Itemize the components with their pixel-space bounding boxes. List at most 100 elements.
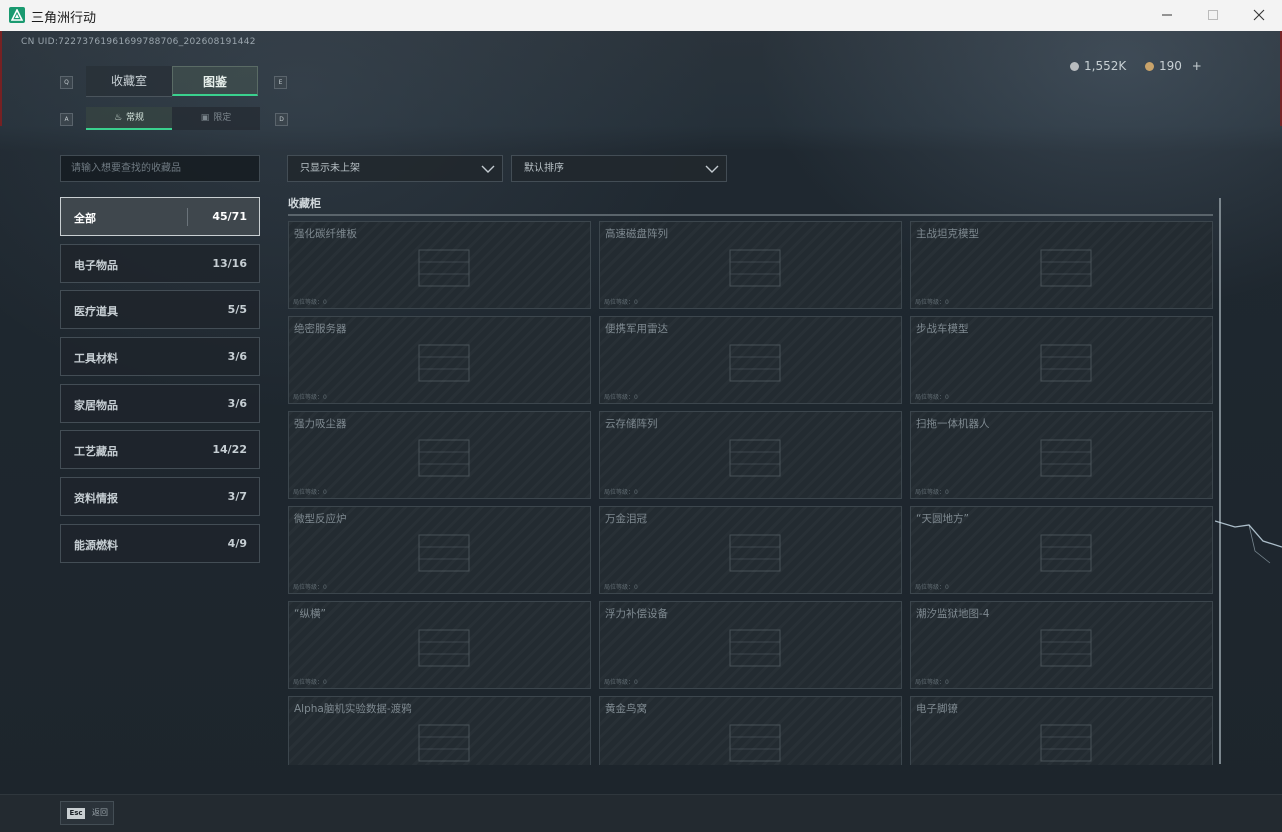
- add-token-button[interactable]: +: [1192, 59, 1202, 73]
- item-slot-level: 局位等级：0: [293, 299, 327, 306]
- item-thumbnail-icon: [418, 249, 470, 287]
- collection-item-card[interactable]: 高速磁盘阵列局位等级：0: [599, 221, 902, 309]
- window-titlebar: 三角洲行动: [0, 0, 1282, 32]
- collection-item-card[interactable]: 微型反应炉 局位等级：0: [288, 506, 591, 594]
- item-thumbnail-icon: [729, 439, 781, 477]
- item-slot-level: 局位等级：0: [604, 679, 638, 686]
- item-slot-level: 局位等级：0: [604, 584, 638, 591]
- category-label: 工具材料: [74, 352, 118, 365]
- tab-codex[interactable]: 图鉴: [172, 66, 258, 96]
- prev-subtab-key[interactable]: A: [60, 113, 73, 126]
- collection-item-card[interactable]: “纵横” 局位等级：0: [288, 601, 591, 689]
- close-button[interactable]: [1236, 0, 1282, 31]
- collection-item-card[interactable]: 黄金鸟窝局位等级：0: [599, 696, 902, 765]
- category-tools[interactable]: 工具材料 3/6: [60, 337, 260, 376]
- collection-item-card[interactable]: 浮力补偿设备 局位等级：0: [599, 601, 902, 689]
- chevron-down-icon: [481, 165, 495, 173]
- collection-item-card[interactable]: 万金泪冠局位等级：0: [599, 506, 902, 594]
- category-label: 电子物品: [74, 259, 118, 272]
- item-thumbnail: [1021, 428, 1111, 488]
- minimize-button[interactable]: [1144, 0, 1190, 31]
- category-all[interactable]: 全部 45/71: [60, 197, 260, 236]
- category-energy[interactable]: 能源燃料 4/9: [60, 524, 260, 563]
- item-name: Alpha脑机实验数据-渡鸦: [294, 703, 412, 715]
- back-button[interactable]: Esc 返回: [60, 801, 114, 825]
- subtab-limited[interactable]: ▣ 限定: [172, 107, 260, 130]
- collection-item-card[interactable]: 电子脚镣局位等级：0: [910, 696, 1213, 765]
- item-thumbnail-icon: [1040, 249, 1092, 287]
- edge-accent: [0, 31, 2, 126]
- item-thumbnail: [1021, 713, 1111, 765]
- item-slot-level: 局位等级：0: [915, 299, 949, 306]
- bottom-bar: Esc 返回: [0, 794, 1282, 832]
- collection-item-card[interactable]: 潮汐监狱地图-4 局位等级：0: [910, 601, 1213, 689]
- item-slot-level: 局位等级：0: [604, 394, 638, 401]
- sort-dropdown[interactable]: 默认排序: [511, 155, 727, 182]
- item-slot-level: 局位等级：0: [915, 394, 949, 401]
- item-slot-level: 局位等级：0: [293, 489, 327, 496]
- category-household[interactable]: 家居物品 3/6: [60, 384, 260, 423]
- category-electronics[interactable]: 电子物品 13/16: [60, 244, 260, 283]
- subtab-regular[interactable]: ♨ 常规: [86, 107, 172, 130]
- filter-dropdown[interactable]: 只显示未上架: [287, 155, 503, 182]
- minimize-icon: [1162, 14, 1172, 16]
- collection-item-card[interactable]: 云存储阵列局位等级：0: [599, 411, 902, 499]
- next-subtab-key[interactable]: D: [275, 113, 288, 126]
- category-count: 3/7: [227, 490, 247, 503]
- game-viewport: CN UID:7227376196169978870​6_2026081914​…: [0, 31, 1282, 832]
- collection-item-card[interactable]: 扫拖一体机器人 局位等级：0: [910, 411, 1213, 499]
- prev-tab-key[interactable]: Q: [60, 76, 73, 89]
- collection-item-card[interactable]: “天圆地方” 局位等级：0: [910, 506, 1213, 594]
- collection-item-card[interactable]: 强力吸尘器局位等级：0: [288, 411, 591, 499]
- collection-item-card[interactable]: 强化碳纤维板 局位等级：0: [288, 221, 591, 309]
- category-count: 5/5: [227, 303, 247, 316]
- item-slot-level: 局位等级：0: [915, 679, 949, 686]
- item-name: 强力吸尘器: [294, 418, 347, 430]
- category-intel[interactable]: 资料情报 3/7: [60, 477, 260, 516]
- item-slot-level: 局位等级：0: [604, 489, 638, 496]
- category-label: 家居物品: [74, 399, 118, 412]
- category-medical[interactable]: 医疗道具 5/5: [60, 290, 260, 329]
- back-label: 返回: [92, 808, 108, 817]
- maximize-button[interactable]: [1190, 0, 1236, 31]
- scrollbar[interactable]: [1219, 198, 1221, 764]
- next-tab-key[interactable]: E: [274, 76, 287, 89]
- item-name: 万金泪冠: [605, 513, 647, 525]
- item-thumbnail-icon: [1040, 439, 1092, 477]
- category-label: 工艺藏品: [74, 445, 118, 458]
- subtab-regular-label: 常规: [126, 113, 145, 123]
- item-name: 主战坦克模型: [916, 228, 979, 240]
- item-name: 步战车模型: [916, 323, 969, 335]
- app-logo-icon: [9, 7, 25, 23]
- item-name: 电子脚镣: [916, 703, 958, 715]
- category-label: 全部: [74, 212, 96, 225]
- item-name: 云存储阵列: [605, 418, 658, 430]
- collection-item-card[interactable]: Alpha脑机实验数据-渡鸦局位等级：0: [288, 696, 591, 765]
- item-thumbnail: [710, 333, 800, 393]
- tab-collection-room[interactable]: 收藏室: [86, 66, 172, 97]
- currency-coins: 1,552K: [1070, 59, 1126, 73]
- collection-item-card[interactable]: 步战车模型局位等级：0: [910, 316, 1213, 404]
- item-thumbnail: [710, 618, 800, 678]
- category-label: 能源燃料: [74, 539, 118, 552]
- item-name: 便携军用雷达: [605, 323, 668, 335]
- token-value: 190: [1159, 59, 1182, 73]
- item-name: 绝密服务器: [294, 323, 347, 335]
- collection-item-card[interactable]: 主战坦克模型局位等级：0: [910, 221, 1213, 309]
- item-thumbnail: [710, 238, 800, 298]
- item-slot-level: 局位等级：0: [604, 299, 638, 306]
- item-slot-level: 局位等级：0: [293, 679, 327, 686]
- item-name: 潮汐监狱地图-4: [916, 608, 990, 620]
- collection-item-card[interactable]: 绝密服务器局位等级：0: [288, 316, 591, 404]
- item-name: 扫拖一体机器人: [916, 418, 990, 430]
- item-thumbnail: [1021, 333, 1111, 393]
- sort-value: 默认排序: [524, 163, 564, 174]
- category-crafts[interactable]: 工艺藏品 14/22: [60, 430, 260, 469]
- item-slot-level: 局位等级：0: [293, 394, 327, 401]
- collection-item-card[interactable]: 便携军用雷达局位等级：0: [599, 316, 902, 404]
- item-name: 高速磁盘阵列: [605, 228, 668, 240]
- item-thumbnail-icon: [729, 534, 781, 572]
- search-input[interactable]: 请输入想要查找的收藏品: [60, 155, 260, 182]
- flame-icon: ♨: [113, 113, 123, 123]
- chevron-down-icon: [705, 165, 719, 173]
